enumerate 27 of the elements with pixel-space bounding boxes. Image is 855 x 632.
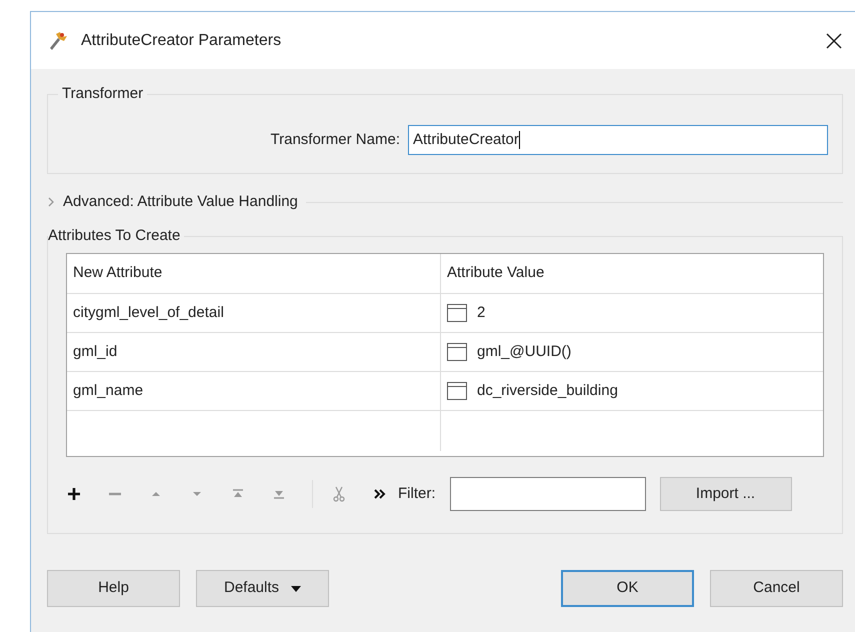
value-type-icon[interactable] bbox=[447, 343, 467, 361]
import-button[interactable]: Import ... bbox=[660, 477, 792, 511]
close-icon[interactable] bbox=[825, 32, 843, 50]
chevron-icon[interactable] bbox=[47, 196, 55, 208]
column-header: Attribute Value bbox=[447, 263, 544, 284]
table-cell-text: 2 bbox=[477, 302, 486, 323]
dialog-button[interactable]: Cancel bbox=[710, 570, 843, 607]
dialog-button[interactable]: Help bbox=[47, 570, 180, 607]
section-toggle[interactable]: Advanced: Attribute Value Handling bbox=[63, 190, 298, 214]
value-type-icon[interactable] bbox=[447, 382, 467, 400]
table-cell-text: gml_id bbox=[73, 342, 118, 362]
value-type-icon[interactable] bbox=[447, 304, 467, 322]
dropdown-button[interactable]: Defaults bbox=[196, 570, 329, 607]
name-field[interactable]: AttributeCreator bbox=[408, 125, 828, 155]
filter-label: Filter: bbox=[398, 484, 436, 504]
field-label: Transformer Name: bbox=[270, 130, 400, 150]
column-header: New Attribute bbox=[73, 263, 162, 284]
app-icon bbox=[47, 30, 69, 52]
table-cell-text: dc_riverside_building bbox=[477, 380, 618, 401]
caret-icon bbox=[291, 586, 302, 592]
table-cell-text: gml_@UUID() bbox=[477, 342, 572, 362]
window-title: AttributeCreator Parameters bbox=[81, 30, 282, 50]
add-icon[interactable] bbox=[66, 486, 82, 502]
table-cell-text: gml_name bbox=[73, 380, 144, 401]
table-cell-text: citygml_level_of_detail bbox=[73, 302, 224, 323]
dialog-button[interactable]: OK bbox=[561, 570, 694, 607]
filter-field[interactable] bbox=[450, 477, 646, 511]
